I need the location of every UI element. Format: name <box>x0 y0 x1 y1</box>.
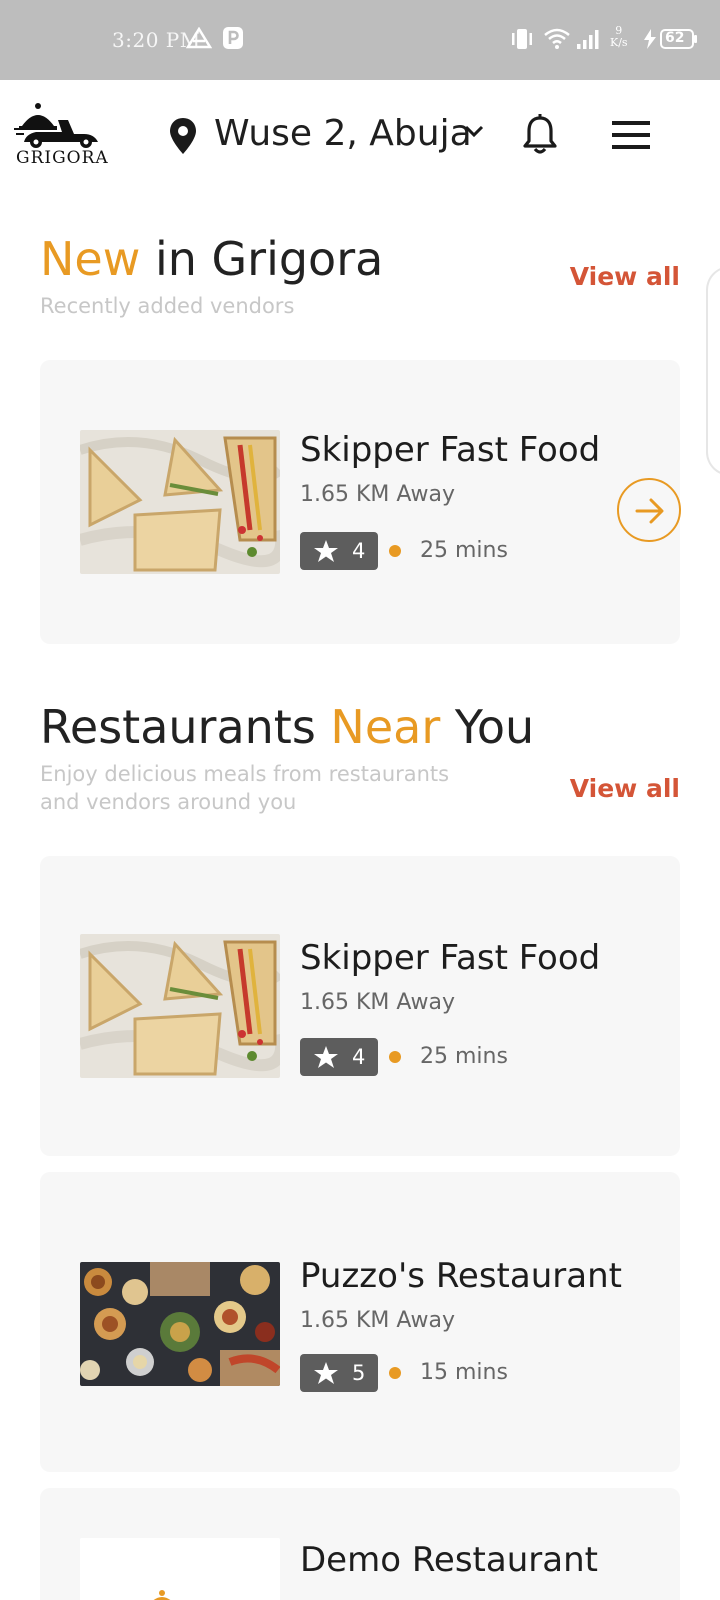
title-accent-near: Near <box>330 700 441 754</box>
delivery-time: 15 mins <box>420 1360 508 1385</box>
battery-level: 62 <box>665 30 685 46</box>
rating-badge: 4 <box>300 532 378 570</box>
delivery-time: 25 mins <box>420 538 508 563</box>
restaurant-image <box>80 934 280 1078</box>
arrow-right-icon <box>635 497 665 529</box>
restaurant-card[interactable]: Demo Restaurant <box>40 1488 680 1600</box>
restaurant-card[interactable]: Puzzo's Restaurant 1.65 KM Away 5 15 min… <box>40 1172 680 1472</box>
near-section-title: Restaurants Near You <box>40 700 534 754</box>
status-bar: 3:20 PM 9 K/s 62 <box>0 0 720 80</box>
new-section-subtitle: Recently added vendors <box>40 294 295 318</box>
vendor-card[interactable]: Skipper Fast Food 1.65 KM Away 4 25 mins <box>40 360 681 644</box>
restaurant-image <box>80 1262 280 1386</box>
restaurant-distance: 1.65 KM Away <box>300 1308 456 1333</box>
title-end: You <box>440 700 535 754</box>
restaurant-name: Skipper Fast Food <box>300 938 601 978</box>
scooter-logo-icon <box>14 103 98 148</box>
view-all-near-link[interactable]: View all <box>570 774 680 803</box>
dot-separator <box>389 1367 401 1379</box>
drive-icon <box>185 26 213 53</box>
menu-icon[interactable] <box>612 121 650 153</box>
vendor-distance: 1.65 KM Away <box>300 482 456 507</box>
title-start: Restaurants <box>40 700 331 754</box>
subtitle-line-1: Enjoy delicious meals from restaurants <box>40 762 450 786</box>
restaurant-name: Puzzo's Restaurant <box>300 1256 622 1296</box>
title-rest: in Grigora <box>140 232 384 286</box>
signal-icon <box>576 28 602 54</box>
view-all-new-link[interactable]: View all <box>570 262 680 291</box>
side-drawer-handle[interactable] <box>706 266 720 476</box>
delivery-time: 25 mins <box>420 1044 508 1069</box>
logo-text: GRIGORA <box>16 148 109 168</box>
rating-value: 5 <box>352 1361 366 1385</box>
star-icon <box>314 540 338 567</box>
rating-badge: 5 <box>300 1354 378 1392</box>
vendor-image <box>80 430 280 574</box>
star-icon <box>314 1362 338 1389</box>
location-label: Wuse 2, Abuja <box>214 113 472 154</box>
restaurant-distance: 1.65 KM Away <box>300 990 456 1015</box>
location-pin-icon <box>170 118 196 158</box>
rating-badge: 4 <box>300 1038 378 1076</box>
rating-value: 4 <box>352 1045 366 1069</box>
dot-separator <box>389 545 401 557</box>
near-section-subtitle: Enjoy delicious meals from restaurants a… <box>40 760 449 816</box>
restaurant-card[interactable]: Skipper Fast Food 1.65 KM Away 4 25 mins <box>40 856 680 1156</box>
new-section-title: New in Grigora <box>40 232 383 286</box>
vibrate-icon <box>510 28 534 54</box>
p-icon <box>223 27 243 53</box>
battery-icon: 62 <box>660 29 698 53</box>
bell-icon[interactable] <box>520 114 560 160</box>
network-speed: 9 K/s <box>610 25 628 49</box>
wifi-icon <box>543 28 571 54</box>
star-icon <box>314 1046 338 1073</box>
restaurant-name: Demo Restaurant <box>300 1540 598 1580</box>
chevron-down-icon <box>463 124 485 144</box>
network-speed-unit: K/s <box>610 36 628 49</box>
subtitle-line-2: and vendors around you <box>40 790 297 814</box>
title-accent-new: New <box>40 232 141 286</box>
dot-separator <box>389 1051 401 1063</box>
rating-value: 4 <box>352 539 366 563</box>
restaurant-image <box>80 1538 280 1600</box>
vendor-name: Skipper Fast Food <box>300 430 601 470</box>
open-vendor-button[interactable] <box>617 478 681 542</box>
charging-icon <box>643 29 657 53</box>
